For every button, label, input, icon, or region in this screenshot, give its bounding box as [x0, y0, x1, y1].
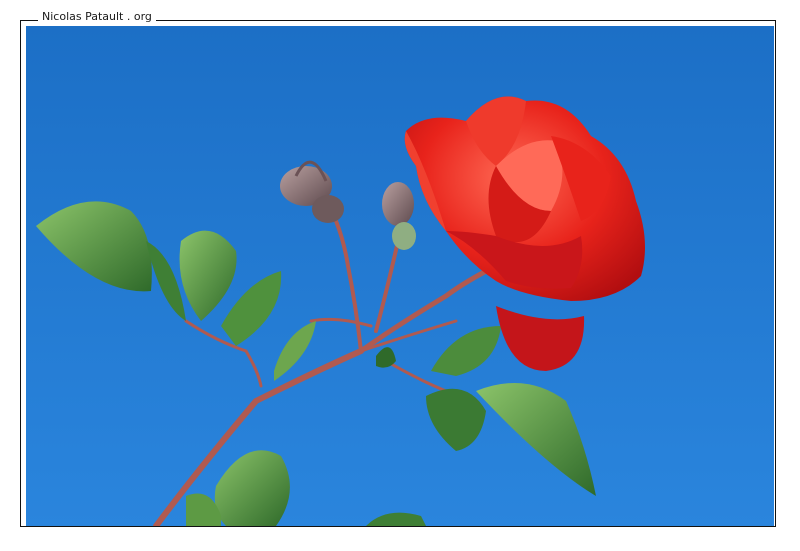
rose-illustration	[26, 26, 774, 526]
photo-credit: Nicolas Patault . org	[38, 9, 156, 25]
rose-bud	[382, 182, 414, 226]
rose-bud	[312, 195, 344, 223]
rose-photo	[26, 26, 774, 526]
